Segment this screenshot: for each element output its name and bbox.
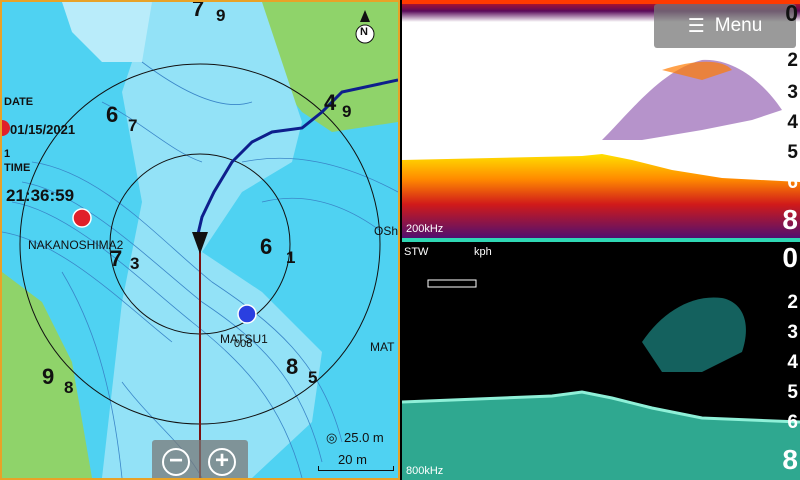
sonar-image-800khz	[402, 279, 800, 480]
north-label: N	[360, 26, 368, 38]
depth-tick: 8	[782, 204, 798, 235]
depth-sounding: 9	[42, 364, 55, 389]
stw-label: STW	[404, 246, 429, 258]
depth-tick: 3	[787, 322, 798, 343]
depth-sounding: 6	[260, 234, 273, 259]
date-value: 01/15/2021	[10, 122, 76, 137]
depth-tick: 6	[787, 412, 798, 433]
depth-tick: 5	[787, 142, 798, 163]
depth-sounding: 5	[308, 368, 318, 387]
depth-sounding: 1	[286, 248, 296, 267]
depth-sounding: 8	[286, 354, 299, 379]
range-readout: 25.0 m	[344, 430, 384, 445]
depth-sounding: 9	[216, 6, 226, 25]
depth-tick: 4	[787, 112, 798, 133]
scale-bar	[318, 466, 394, 471]
waypoint-marker	[237, 304, 257, 324]
waypoint-marker	[2, 120, 10, 136]
depth-tick: 4	[787, 352, 798, 373]
stw-gauge	[427, 279, 477, 288]
depth-sounding: 3	[130, 254, 140, 273]
sonar-pane-200khz[interactable]: ☰ Menu 0 2 3 4 5 6 8 200kHz	[402, 0, 800, 238]
frequency-label: 200kHz	[406, 223, 444, 235]
waypoint-marker	[72, 208, 92, 228]
range-icon: ◎	[326, 430, 338, 445]
sonar-pane-800khz[interactable]: STW kph 0 2 3 4 5 6 8 800kHz	[402, 242, 800, 480]
time-label-prefix: 1	[4, 148, 11, 160]
seabed-echo	[402, 154, 800, 238]
place-label: MAT	[370, 340, 395, 354]
fish-school-echo	[642, 297, 746, 372]
shallow-zone-2	[62, 2, 152, 62]
zoom-controls: − +	[152, 440, 248, 478]
waypoint-sublabel: 008	[234, 338, 253, 350]
waypoint-label[interactable]: NAKANOSHIMA2	[28, 238, 123, 252]
depth-tick: 6	[787, 172, 798, 193]
scale-readout: 20 m	[338, 452, 367, 467]
depth-tick: 2	[787, 292, 798, 313]
seabed-echo	[402, 392, 800, 480]
zoom-in-button[interactable]: +	[208, 448, 236, 476]
place-label: OSh	[374, 224, 399, 238]
depth-scale: 0 2 3 4 5 6 8	[774, 0, 798, 238]
depth-tick: 0	[785, 0, 798, 26]
depth-sounding: 7	[192, 0, 205, 21]
frequency-label: 800kHz	[406, 465, 444, 477]
hamburger-icon: ☰	[687, 15, 705, 37]
depth-tick: 8	[782, 444, 798, 475]
date-label: DATE	[4, 96, 34, 108]
chart-pane[interactable]: 7 9 6 7 4 9 6 1 7 3 9 8 8 5 OSh MAT DATE…	[0, 0, 400, 480]
zoom-out-button[interactable]: −	[162, 448, 190, 476]
depth-scale: 0 2 3 4 5 6 8	[774, 242, 798, 480]
menu-label: Menu	[714, 15, 763, 36]
depth-tick: 3	[787, 82, 798, 103]
time-label: TIME	[4, 162, 31, 174]
depth-tick: 0	[782, 242, 798, 273]
depth-tick: 5	[787, 382, 798, 403]
depth-sounding: 8	[64, 378, 74, 397]
depth-sounding: 6	[106, 102, 119, 127]
stw-unit: kph	[474, 246, 492, 258]
depth-sounding: 4	[324, 90, 337, 115]
depth-sounding: 9	[342, 102, 352, 121]
depth-tick: 2	[787, 50, 798, 71]
depth-sounding: 7	[128, 116, 138, 135]
time-value: 21:36:59	[6, 186, 75, 205]
